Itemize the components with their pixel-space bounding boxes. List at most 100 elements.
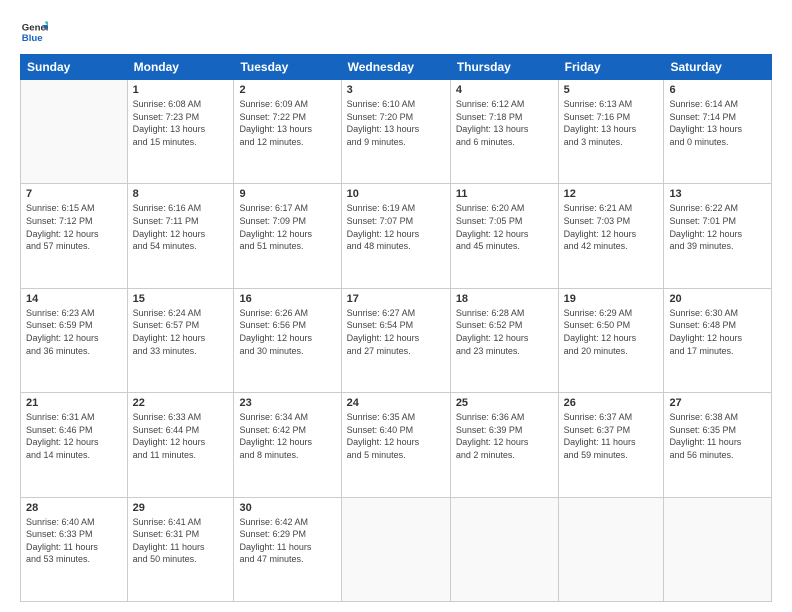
day-number: 9	[239, 188, 335, 200]
calendar-cell	[21, 80, 128, 184]
day-info: Sunrise: 6:41 AM Sunset: 6:31 PM Dayligh…	[133, 516, 229, 566]
calendar-cell: 24 Sunrise: 6:35 AM Sunset: 6:40 PM Dayli…	[341, 393, 450, 497]
day-number: 6	[669, 84, 766, 96]
calendar-cell: 9 Sunrise: 6:17 AM Sunset: 7:09 PM Daylig…	[234, 184, 341, 288]
calendar-cell: 20 Sunrise: 6:30 AM Sunset: 6:48 PM Dayli…	[664, 288, 772, 392]
day-number: 1	[133, 84, 229, 96]
day-info: Sunrise: 6:31 AM Sunset: 6:46 PM Dayligh…	[26, 411, 122, 461]
day-number: 29	[133, 502, 229, 514]
day-info: Sunrise: 6:12 AM Sunset: 7:18 PM Dayligh…	[456, 98, 553, 148]
calendar-cell: 18 Sunrise: 6:28 AM Sunset: 6:52 PM Dayli…	[450, 288, 558, 392]
day-info: Sunrise: 6:30 AM Sunset: 6:48 PM Dayligh…	[669, 307, 766, 357]
day-info: Sunrise: 6:38 AM Sunset: 6:35 PM Dayligh…	[669, 411, 766, 461]
calendar-cell: 12 Sunrise: 6:21 AM Sunset: 7:03 PM Dayli…	[558, 184, 664, 288]
day-number: 4	[456, 84, 553, 96]
day-info: Sunrise: 6:21 AM Sunset: 7:03 PM Dayligh…	[564, 202, 659, 252]
day-number: 18	[456, 293, 553, 305]
day-number: 12	[564, 188, 659, 200]
header-day-sunday: Sunday	[21, 55, 128, 80]
calendar-cell: 29 Sunrise: 6:41 AM Sunset: 6:31 PM Dayli…	[127, 497, 234, 601]
day-number: 28	[26, 502, 122, 514]
day-number: 30	[239, 502, 335, 514]
day-info: Sunrise: 6:17 AM Sunset: 7:09 PM Dayligh…	[239, 202, 335, 252]
day-number: 20	[669, 293, 766, 305]
day-info: Sunrise: 6:36 AM Sunset: 6:39 PM Dayligh…	[456, 411, 553, 461]
day-info: Sunrise: 6:35 AM Sunset: 6:40 PM Dayligh…	[347, 411, 445, 461]
day-info: Sunrise: 6:37 AM Sunset: 6:37 PM Dayligh…	[564, 411, 659, 461]
calendar-cell: 7 Sunrise: 6:15 AM Sunset: 7:12 PM Daylig…	[21, 184, 128, 288]
day-number: 15	[133, 293, 229, 305]
day-number: 16	[239, 293, 335, 305]
day-number: 13	[669, 188, 766, 200]
calendar-cell: 2Sunrise: 6:09 AM Sunset: 7:22 PM Daylig…	[234, 80, 341, 184]
day-number: 7	[26, 188, 122, 200]
calendar-cell: 25 Sunrise: 6:36 AM Sunset: 6:39 PM Dayli…	[450, 393, 558, 497]
calendar-cell	[450, 497, 558, 601]
calendar-week-1: 1 Sunrise: 6:08 AM Sunset: 7:23 PM Daylig…	[21, 80, 772, 184]
day-info: Sunrise: 6:19 AM Sunset: 7:07 PM Dayligh…	[347, 202, 445, 252]
day-info: Sunrise: 6:26 AM Sunset: 6:56 PM Dayligh…	[239, 307, 335, 357]
calendar-cell: 22 Sunrise: 6:33 AM Sunset: 6:44 PM Dayli…	[127, 393, 234, 497]
calendar-cell: 21 Sunrise: 6:31 AM Sunset: 6:46 PM Dayli…	[21, 393, 128, 497]
calendar-week-4: 21 Sunrise: 6:31 AM Sunset: 6:46 PM Dayli…	[21, 393, 772, 497]
day-number: 25	[456, 397, 553, 409]
day-number: 3	[347, 84, 445, 96]
day-number: 27	[669, 397, 766, 409]
calendar-cell: 13 Sunrise: 6:22 AM Sunset: 7:01 PM Dayli…	[664, 184, 772, 288]
day-info: Sunrise: 6:14 AM Sunset: 7:14 PM Dayligh…	[669, 98, 766, 148]
calendar-cell: 10 Sunrise: 6:19 AM Sunset: 7:07 PM Dayli…	[341, 184, 450, 288]
header-day-thursday: Thursday	[450, 55, 558, 80]
calendar-cell: 5Sunrise: 6:13 AM Sunset: 7:16 PM Daylig…	[558, 80, 664, 184]
day-info: Sunrise: 6:20 AM Sunset: 7:05 PM Dayligh…	[456, 202, 553, 252]
header-day-monday: Monday	[127, 55, 234, 80]
day-number: 10	[347, 188, 445, 200]
logo-icon: General Blue	[20, 18, 48, 46]
day-info: Sunrise: 6:22 AM Sunset: 7:01 PM Dayligh…	[669, 202, 766, 252]
calendar-cell: 27 Sunrise: 6:38 AM Sunset: 6:35 PM Dayli…	[664, 393, 772, 497]
day-info: Sunrise: 6:24 AM Sunset: 6:57 PM Dayligh…	[133, 307, 229, 357]
day-number: 19	[564, 293, 659, 305]
calendar-cell: 4 Sunrise: 6:12 AM Sunset: 7:18 PM Daylig…	[450, 80, 558, 184]
calendar-cell: 8 Sunrise: 6:16 AM Sunset: 7:11 PM Daylig…	[127, 184, 234, 288]
calendar-cell: 6 Sunrise: 6:14 AM Sunset: 7:14 PM Daylig…	[664, 80, 772, 184]
day-info: Sunrise: 6:28 AM Sunset: 6:52 PM Dayligh…	[456, 307, 553, 357]
svg-text:Blue: Blue	[22, 33, 43, 44]
calendar-cell: 19Sunrise: 6:29 AM Sunset: 6:50 PM Dayli…	[558, 288, 664, 392]
header-day-wednesday: Wednesday	[341, 55, 450, 80]
day-info: Sunrise: 6:40 AM Sunset: 6:33 PM Dayligh…	[26, 516, 122, 566]
calendar-week-2: 7 Sunrise: 6:15 AM Sunset: 7:12 PM Daylig…	[21, 184, 772, 288]
calendar-cell	[341, 497, 450, 601]
day-info: Sunrise: 6:42 AM Sunset: 6:29 PM Dayligh…	[239, 516, 335, 566]
day-info: Sunrise: 6:16 AM Sunset: 7:11 PM Dayligh…	[133, 202, 229, 252]
day-number: 26	[564, 397, 659, 409]
calendar-cell: 15 Sunrise: 6:24 AM Sunset: 6:57 PM Dayli…	[127, 288, 234, 392]
calendar-cell: 14Sunrise: 6:23 AM Sunset: 6:59 PM Dayli…	[21, 288, 128, 392]
calendar-header-row: SundayMondayTuesdayWednesdayThursdayFrid…	[21, 55, 772, 80]
calendar-cell: 23Sunrise: 6:34 AM Sunset: 6:42 PM Dayli…	[234, 393, 341, 497]
calendar-cell: 11 Sunrise: 6:20 AM Sunset: 7:05 PM Dayli…	[450, 184, 558, 288]
calendar-table: SundayMondayTuesdayWednesdayThursdayFrid…	[20, 54, 772, 602]
day-info: Sunrise: 6:08 AM Sunset: 7:23 PM Dayligh…	[133, 98, 229, 148]
day-number: 11	[456, 188, 553, 200]
header: General Blue	[20, 18, 772, 46]
day-number: 24	[347, 397, 445, 409]
header-day-tuesday: Tuesday	[234, 55, 341, 80]
calendar-week-5: 28 Sunrise: 6:40 AM Sunset: 6:33 PM Dayli…	[21, 497, 772, 601]
page: General Blue SundayMondayTuesdayWednesda…	[0, 0, 792, 612]
day-number: 21	[26, 397, 122, 409]
day-info: Sunrise: 6:33 AM Sunset: 6:44 PM Dayligh…	[133, 411, 229, 461]
day-number: 2	[239, 84, 335, 96]
calendar-cell: 17Sunrise: 6:27 AM Sunset: 6:54 PM Dayli…	[341, 288, 450, 392]
calendar-cell: 16 Sunrise: 6:26 AM Sunset: 6:56 PM Dayli…	[234, 288, 341, 392]
day-info: Sunrise: 6:15 AM Sunset: 7:12 PM Dayligh…	[26, 202, 122, 252]
calendar-cell	[664, 497, 772, 601]
calendar-cell: 1 Sunrise: 6:08 AM Sunset: 7:23 PM Daylig…	[127, 80, 234, 184]
day-number: 17	[347, 293, 445, 305]
day-number: 22	[133, 397, 229, 409]
logo: General Blue	[20, 18, 52, 46]
calendar-cell: 26 Sunrise: 6:37 AM Sunset: 6:37 PM Dayli…	[558, 393, 664, 497]
day-info: Sunrise: 6:23 AM Sunset: 6:59 PM Dayligh…	[26, 307, 122, 357]
day-info: Sunrise: 6:34 AM Sunset: 6:42 PM Dayligh…	[239, 411, 335, 461]
svg-text:General: General	[22, 22, 48, 33]
day-number: 8	[133, 188, 229, 200]
